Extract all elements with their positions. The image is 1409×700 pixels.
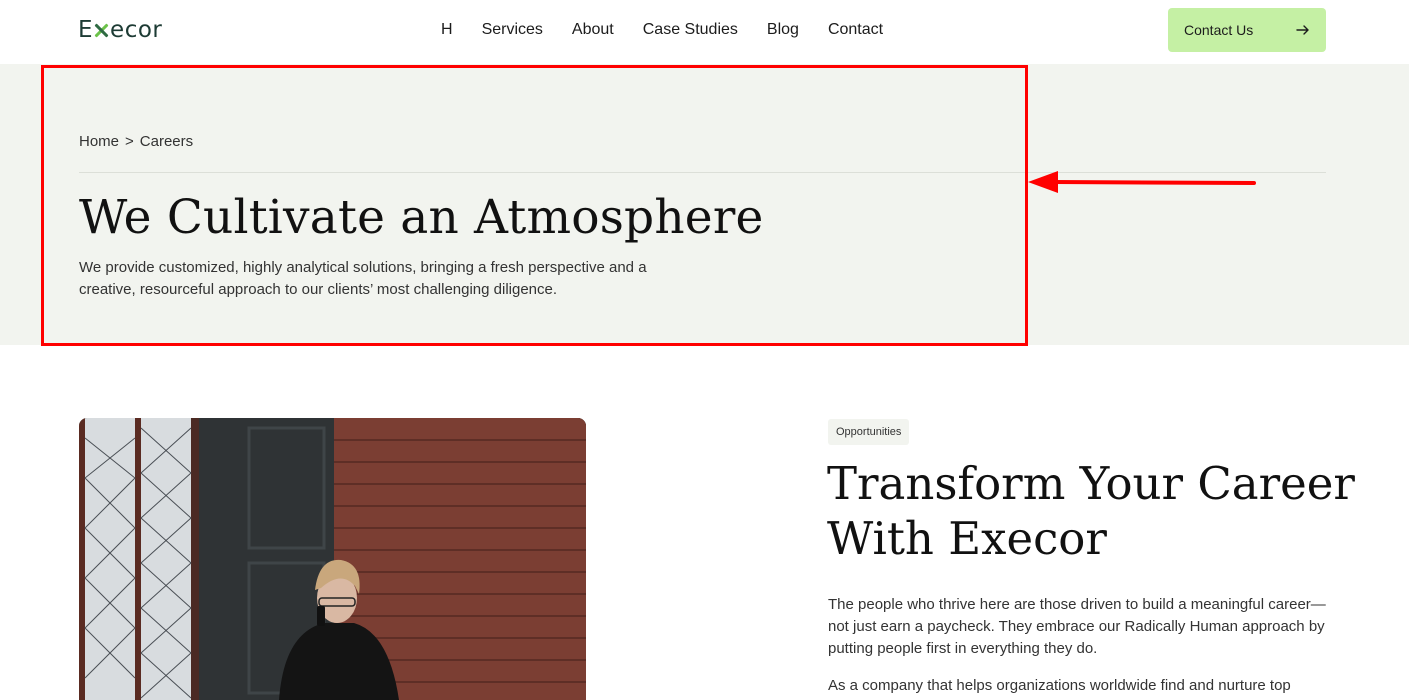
section-title: Transform Your Career With Execor bbox=[827, 456, 1357, 566]
nav-item-blog[interactable]: Blog bbox=[767, 20, 799, 40]
annotation-highlight-box bbox=[41, 65, 1028, 346]
annotation-arrow-icon bbox=[1028, 171, 1256, 193]
arrow-right-icon bbox=[1296, 25, 1309, 35]
section-title-line2: With Execor bbox=[827, 512, 1107, 565]
section-paragraph-2: As a company that helps organizations wo… bbox=[828, 677, 1291, 694]
logo[interactable]: Eecor bbox=[78, 17, 162, 43]
section-paragraph-1: The people who thrive here are those dri… bbox=[828, 596, 1326, 657]
logo-text-start: E bbox=[78, 17, 94, 43]
contact-us-button-label: Contact Us bbox=[1184, 22, 1254, 38]
contact-us-button[interactable]: Contact Us bbox=[1168, 8, 1326, 52]
career-photo bbox=[79, 418, 586, 700]
opportunities-tag: Opportunities bbox=[828, 419, 910, 445]
nav-item-home[interactable]: H bbox=[441, 20, 453, 40]
section-title-line1: Transform Your Career bbox=[827, 457, 1355, 510]
woman-on-phone-illustration bbox=[79, 418, 586, 700]
main-nav: H Services About Case Studies Blog Conta… bbox=[441, 20, 912, 40]
site-header: Eecor H Services About Case Studies Blog… bbox=[0, 0, 1409, 64]
nav-item-services[interactable]: Services bbox=[482, 20, 543, 40]
nav-item-contact[interactable]: Contact bbox=[828, 20, 883, 40]
nav-item-about[interactable]: About bbox=[572, 20, 614, 40]
logo-x-mark-icon bbox=[94, 23, 109, 38]
logo-text-end: ecor bbox=[110, 17, 163, 43]
nav-item-case-studies[interactable]: Case Studies bbox=[643, 20, 738, 40]
